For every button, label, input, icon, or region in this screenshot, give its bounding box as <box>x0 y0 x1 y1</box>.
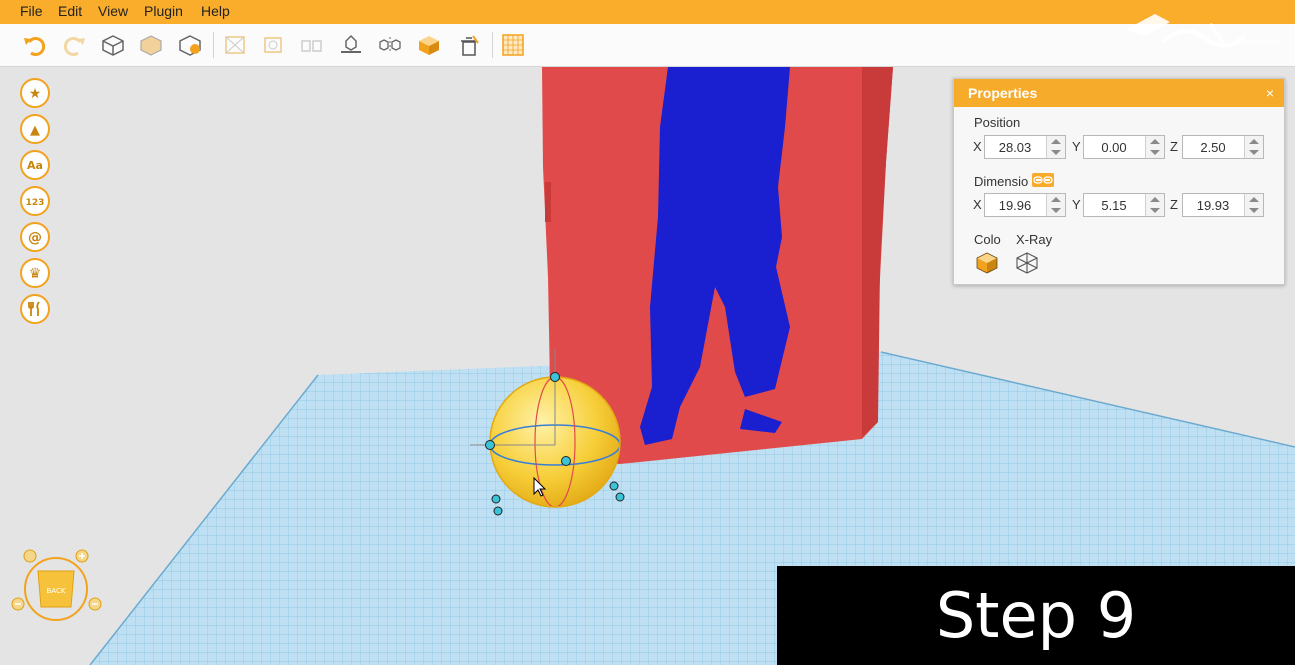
view-home-icon <box>23 549 37 563</box>
menu-bar: File Edit View Plugin Help <box>0 0 1295 24</box>
shapes-icon: ▲ <box>30 123 40 138</box>
position-y-field[interactable] <box>1083 135 1165 159</box>
dimension-y-field[interactable] <box>1083 193 1165 217</box>
close-icon[interactable]: × <box>1266 79 1274 107</box>
group-icon[interactable] <box>260 33 286 57</box>
properties-header: Properties × <box>954 79 1284 107</box>
toolbar <box>0 24 1295 67</box>
favorites-button[interactable]: ★ <box>20 78 50 108</box>
position-z-field[interactable] <box>1182 135 1264 159</box>
cube-faded-icon[interactable] <box>138 33 164 57</box>
crown-icon: ♛ <box>29 266 42 282</box>
position-x-label: X <box>973 139 982 154</box>
color-cube-icon[interactable] <box>975 251 999 275</box>
ungroup-icon[interactable] <box>299 33 325 57</box>
toolbar-separator <box>213 32 214 58</box>
properties-title: Properties <box>968 85 1038 101</box>
dimension-z-input[interactable] <box>1183 194 1243 216</box>
position-y-label: Y <box>1072 139 1081 154</box>
position-x-field[interactable] <box>984 135 1066 159</box>
dimension-y-label: Y <box>1072 197 1081 212</box>
align-icon[interactable] <box>222 33 248 57</box>
position-z-label: Z <box>1170 139 1178 154</box>
position-y-input[interactable] <box>1084 136 1144 158</box>
delete-icon[interactable] <box>456 33 482 57</box>
dimension-x-label: X <box>973 197 982 212</box>
text-button[interactable]: Aa <box>20 150 50 180</box>
brand-logo <box>1115 2 1285 60</box>
dimension-z-stepper[interactable] <box>1244 194 1263 216</box>
dimension-z-label: Z <box>1170 197 1178 212</box>
dimension-label: Dimensio <box>974 174 1029 189</box>
undo-icon[interactable] <box>22 33 48 57</box>
kitchen-button[interactable] <box>20 294 50 324</box>
menu-view[interactable]: View <box>98 3 128 19</box>
menu-file[interactable]: File <box>20 3 43 19</box>
numbers-icon: 123 <box>26 198 45 208</box>
menu-help[interactable]: Help <box>201 3 230 19</box>
lay-flat-icon[interactable] <box>338 33 364 57</box>
menu-plugin[interactable]: Plugin <box>144 3 183 19</box>
properties-panel: Properties × Position X Y Z Dimensio X Y… <box>953 78 1285 285</box>
dimension-y-stepper[interactable] <box>1145 194 1164 216</box>
view-navigator[interactable]: BACK <box>8 545 108 635</box>
menu-edit[interactable]: Edit <box>58 3 82 19</box>
dimension-z-field[interactable] <box>1182 193 1264 217</box>
symbols-button[interactable]: @ <box>20 222 50 252</box>
position-x-input[interactable] <box>985 136 1045 158</box>
shapes-button[interactable]: ▲ <box>20 114 50 144</box>
dimension-x-field[interactable] <box>984 193 1066 217</box>
xray-label: X-Ray <box>1016 232 1053 247</box>
text-icon: Aa <box>27 159 43 172</box>
position-y-stepper[interactable] <box>1145 136 1164 158</box>
cube-solid-icon[interactable] <box>416 33 442 57</box>
color-label: Colo <box>974 232 1001 247</box>
back-label: BACK <box>47 587 66 595</box>
position-label: Position <box>974 115 1021 130</box>
cube-add-icon[interactable] <box>177 33 203 57</box>
position-x-stepper[interactable] <box>1046 136 1065 158</box>
mirror-icon[interactable] <box>377 33 403 57</box>
xray-cube-icon[interactable] <box>1015 251 1039 275</box>
position-z-input[interactable] <box>1183 136 1243 158</box>
position-z-stepper[interactable] <box>1244 136 1263 158</box>
lock-ratio-icon[interactable] <box>1032 173 1054 187</box>
at-icon: @ <box>28 230 42 246</box>
toolbar-separator <box>492 32 493 58</box>
crown-button[interactable]: ♛ <box>20 258 50 288</box>
numbers-button[interactable]: 123 <box>20 186 50 216</box>
dimension-x-input[interactable] <box>985 194 1045 216</box>
dimension-y-input[interactable] <box>1084 194 1144 216</box>
step-caption: Step 9 <box>777 566 1295 665</box>
redo-icon[interactable] <box>61 33 87 57</box>
dimension-x-stepper[interactable] <box>1046 194 1065 216</box>
grid-icon[interactable] <box>500 33 526 57</box>
star-icon: ★ <box>29 86 42 102</box>
cube-outline-icon[interactable] <box>100 33 126 57</box>
